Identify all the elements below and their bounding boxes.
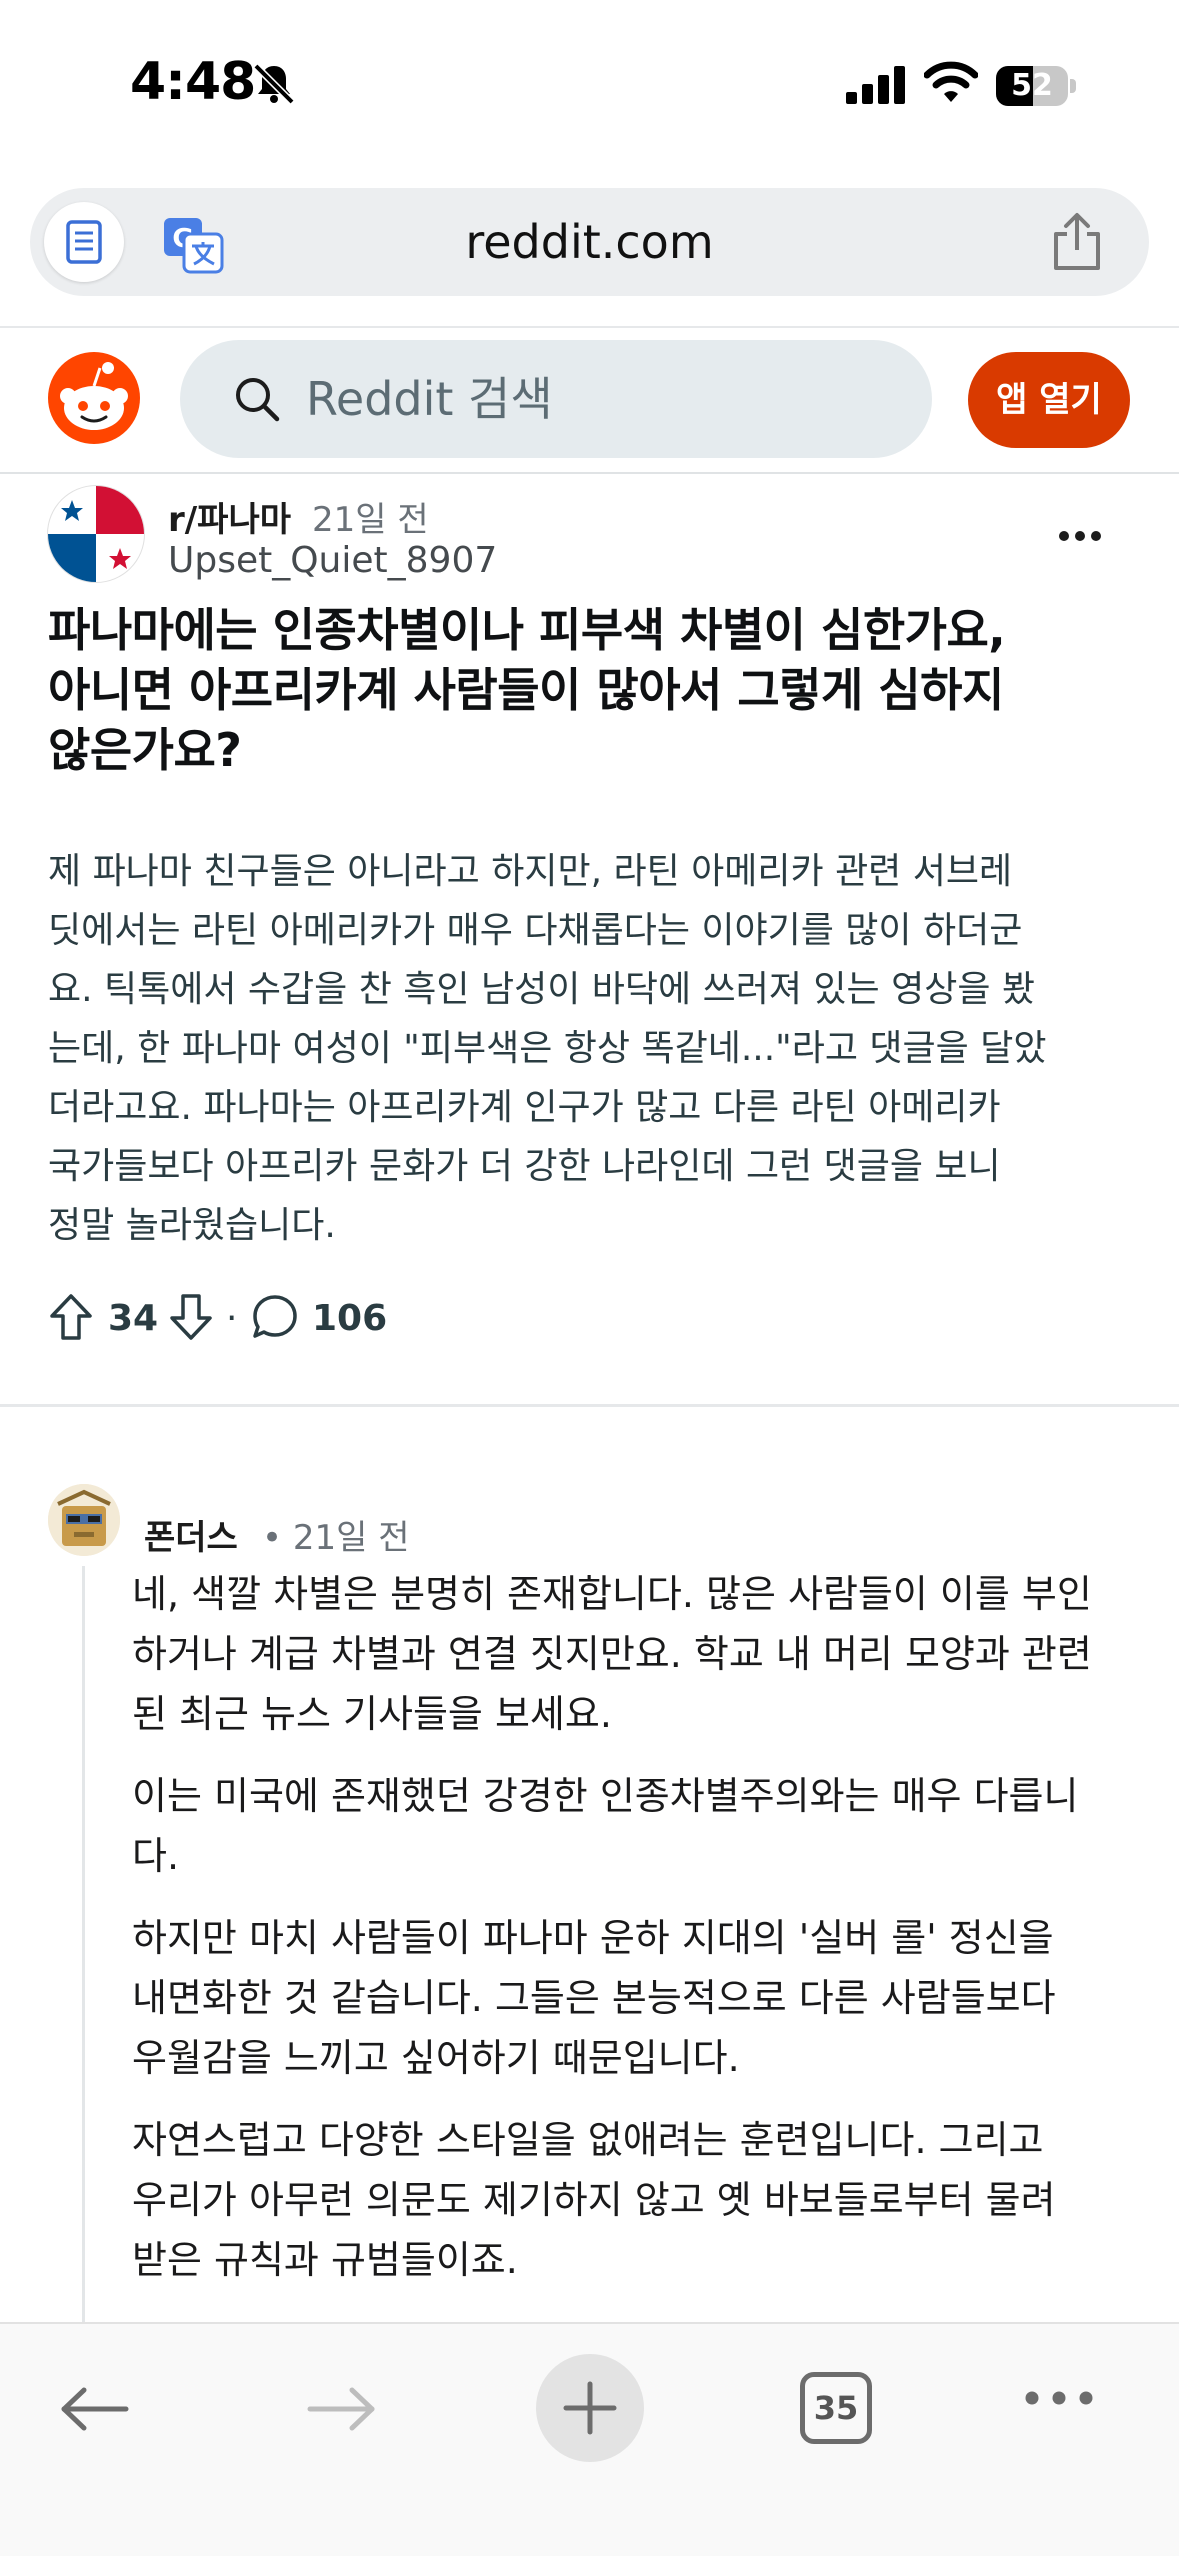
battery-level: 52: [1011, 68, 1053, 103]
post-title-line: 않은가요?: [48, 723, 242, 777]
browser-toolbar: 35: [0, 2322, 1179, 2556]
comment-count[interactable]: 106: [312, 1298, 387, 1339]
comment-timestamp: • 21일 전: [262, 1518, 410, 1558]
separator: ·: [226, 1298, 238, 1339]
comment-avatar[interactable]: [48, 1484, 120, 1556]
post-title-line: 아니면 아프리카계 사람들이 많아서 그렇게 심하지: [48, 663, 1004, 717]
comment-line: 하지만 마치 사람들이 파나마 운하 지대의 '실버 롤' 정신을: [132, 1916, 1054, 1960]
more-horizontal-icon[interactable]: [1024, 2390, 1094, 2406]
comment-line: 자연스럽고 다양한 스타일을 없애려는 훈련입니다. 그리고: [132, 2118, 1044, 2162]
post-author[interactable]: Upset_Quiet_8907: [168, 540, 497, 581]
downvote-icon[interactable]: [168, 1292, 214, 1342]
bell-slash-icon: [253, 63, 295, 105]
url-text: reddit.com: [465, 215, 714, 269]
share-icon[interactable]: [1050, 212, 1104, 272]
panama-flag-icon: [48, 486, 144, 582]
post-title[interactable]: 파나마에는 인종차별이나 피부색 차별이 심한가요, 아니면 아프리카계 사람들…: [48, 600, 1138, 780]
avatar-icon: [48, 1484, 120, 1556]
comment-line: 받은 규칙과 규범들이죠.: [132, 2238, 518, 2282]
more-icon[interactable]: [1058, 530, 1102, 542]
comment-line: 네, 색깔 차별은 분명히 존재합니다. 많은 사람들이 이를 부인: [132, 1572, 1092, 1616]
status-time: 4:48: [130, 52, 256, 112]
post-body: 제 파나마 친구들은 아니라고 하지만, 라틴 아메리카 관련 서브레 딧에서는…: [48, 842, 1148, 1255]
post-body-line: 정말 놀라웠습니다.: [48, 1205, 336, 1246]
post-body-line: 제 파나마 친구들은 아니라고 하지만, 라틴 아메리카 관련 서브레: [48, 851, 1013, 892]
post-body-line: 딧에서는 라틴 아메리카가 매우 다채롭다는 이야기를 많이 하더군: [48, 910, 1023, 951]
address-bar[interactable]: G reddit.com: [30, 188, 1149, 296]
vote-count: 34: [108, 1298, 159, 1339]
divider: [0, 472, 1179, 474]
comment-paragraph: 하지만 마치 사람들이 파나마 운하 지대의 '실버 롤' 정신을 내면화한 것…: [132, 1908, 1142, 2088]
subreddit-avatar[interactable]: [48, 486, 144, 582]
status-bar: 4:48 52: [0, 0, 1179, 170]
new-tab-button[interactable]: [536, 2354, 644, 2462]
post-body-line: 요. 틱톡에서 수갑을 찬 흑인 남성이 바닥에 쓰러져 있는 영상을 봤: [48, 969, 1035, 1010]
post-body-line: 는데, 한 파나마 여성이 "피부색은 항상 똑같네..."라고 댓글을 달았: [48, 1028, 1047, 1069]
tabs-button[interactable]: 35: [800, 2372, 872, 2444]
signal-icon: [846, 66, 905, 104]
comment-paragraph: 네, 색깔 차별은 분명히 존재합니다. 많은 사람들이 이를 부인 하거나 계…: [132, 1564, 1142, 1744]
search-input[interactable]: Reddit 검색: [180, 340, 932, 458]
divider: [0, 1404, 1179, 1407]
forward-icon[interactable]: [306, 2386, 378, 2432]
wifi-icon: [924, 61, 978, 102]
comment-line: 우리가 아무런 의문도 제기하지 않고 옛 바보들로부터 물려: [132, 2178, 1056, 2222]
subreddit-name[interactable]: r/파나마: [168, 492, 291, 541]
post-body-line: 더라고요. 파나마는 아프리카계 인구가 많고 다른 라틴 아메리카: [48, 1087, 1001, 1128]
divider: [0, 326, 1179, 328]
comment-paragraph: 자연스럽고 다양한 스타일을 없애려는 훈련입니다. 그리고 우리가 아무런 의…: [132, 2110, 1142, 2290]
back-icon[interactable]: [58, 2386, 130, 2432]
comment-line: 다.: [132, 1834, 180, 1878]
comment-author[interactable]: 폰더스: [144, 1510, 238, 1559]
comment-line: 된 최근 뉴스 기사들을 보세요.: [132, 1692, 612, 1736]
comment-line: 이는 미국에 존재했던 강경한 인종차별주의와는 매우 다릅니: [132, 1774, 1079, 1818]
open-app-button[interactable]: 앱 열기: [968, 352, 1130, 448]
reddit-logo-icon[interactable]: [46, 350, 142, 446]
plus-icon: [563, 2381, 617, 2435]
comment-paragraph: 이는 미국에 존재했던 강경한 인종차별주의와는 매우 다릅니 다.: [132, 1766, 1142, 1886]
search-placeholder: Reddit 검색: [306, 372, 553, 426]
search-icon: [236, 378, 280, 422]
comment-icon[interactable]: [250, 1292, 300, 1342]
battery-indicator: 52: [996, 66, 1076, 106]
upvote-icon[interactable]: [48, 1292, 94, 1342]
comment-line: 하거나 계급 차별과 연결 짓지만요. 학교 내 머리 모양과 관련: [132, 1632, 1092, 1676]
comment-line: 우월감을 느끼고 싶어하기 때문입니다.: [132, 2036, 740, 2080]
post-title-line: 파나마에는 인종차별이나 피부색 차별이 심한가요,: [48, 603, 1006, 657]
post-body-line: 국가들보다 아프리카 문화가 더 강한 나라인데 그런 댓글을 보니: [48, 1146, 1001, 1187]
comment-line: 내면화한 것 같습니다. 그들은 본능적으로 다른 사람들보다: [132, 1976, 1056, 2020]
post-timestamp: 21일 전: [312, 500, 429, 540]
comment-body: 네, 색깔 차별은 분명히 존재합니다. 많은 사람들이 이를 부인 하거나 계…: [132, 1564, 1142, 2312]
thread-line[interactable]: [82, 1566, 85, 2326]
